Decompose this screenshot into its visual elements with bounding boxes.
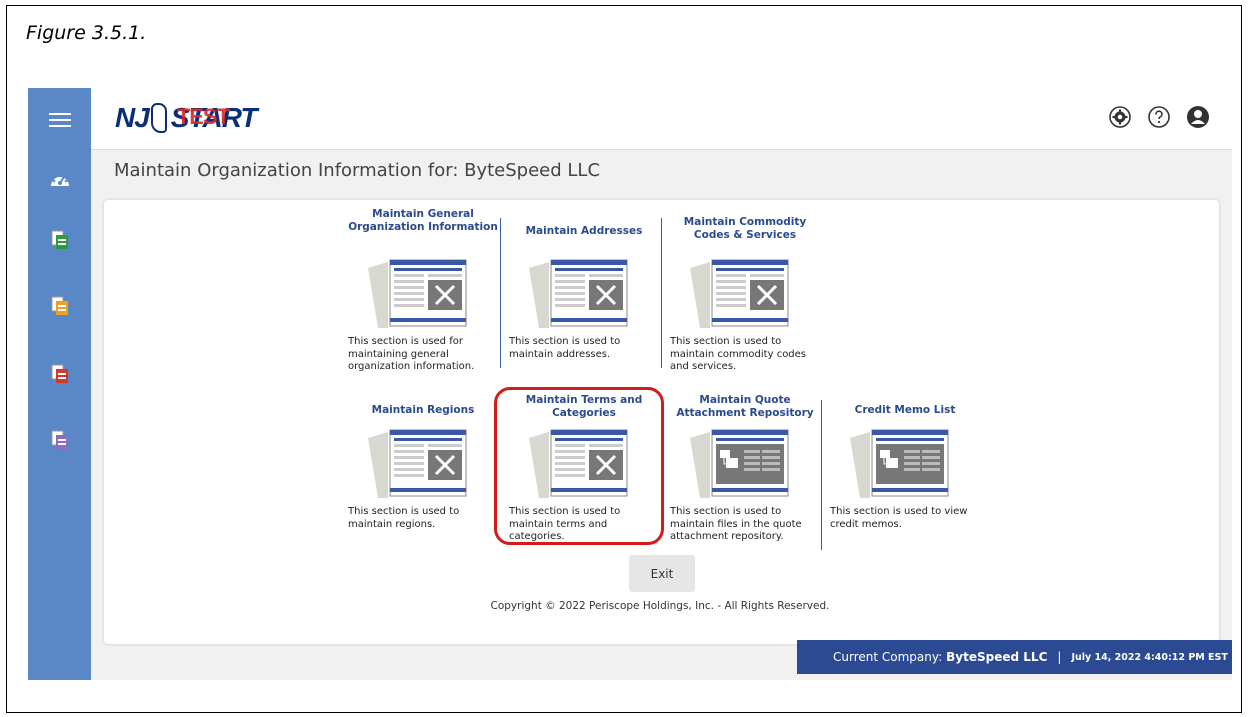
help-question-icon[interactable] [1147, 105, 1171, 129]
status-bar: Current Company: ByteSpeed LLC | July 14… [797, 640, 1232, 674]
dashboard-gauge-icon[interactable] [42, 162, 78, 198]
sidebar [28, 88, 91, 680]
top-icons [1108, 105, 1210, 129]
purple-document-icon[interactable] [42, 422, 78, 458]
status-separator: | [1057, 650, 1062, 664]
tile-description: This section is used for maintaining gen… [348, 336, 475, 372]
logo-nj-text: NJ [115, 102, 150, 133]
document-tools-icon[interactable] [368, 428, 468, 500]
tile-description: This section is used to view credit memo… [830, 506, 968, 530]
document-list-icon[interactable] [850, 428, 950, 500]
red-document-icon[interactable] [42, 356, 78, 392]
document-tools-icon[interactable] [690, 258, 790, 330]
page-title: Maintain Organization Information for: B… [114, 160, 601, 181]
njstart-logo[interactable]: NJ START TEST [115, 100, 258, 136]
app-window: NJ START TEST Maintain Organization Info… [28, 88, 1232, 680]
tile-title-link[interactable]: Maintain General Organization Informatio… [348, 208, 498, 234]
tile-title-link[interactable]: Maintain Commodity Codes & Services [670, 216, 820, 242]
document-tools-icon[interactable] [529, 258, 629, 330]
tile-credit-memo: Credit Memo List This section is used to… [830, 390, 980, 560]
tile-general-info: Maintain General Organization Informatio… [348, 208, 498, 378]
status-datetime: July 14, 2022 4:40:12 PM EST [1071, 651, 1228, 663]
tile-quote-attachment: Maintain Quote Attachment Repository Thi… [670, 390, 820, 560]
tile-description: This section is used to maintain regions… [348, 506, 460, 530]
exit-button[interactable]: Exit [629, 555, 695, 592]
tile-regions: Maintain Regions This section is used to… [348, 390, 498, 560]
tile-description: This section is used to maintain commodi… [670, 336, 807, 372]
logo-test-overlay: TEST [176, 104, 230, 129]
annotation-highlight-box [494, 387, 664, 545]
tile-divider [821, 400, 822, 550]
current-company-label: Current Company: [833, 650, 943, 664]
tile-title-link[interactable]: Maintain Addresses [509, 225, 659, 238]
tile-description: This section is used to maintain address… [509, 336, 621, 360]
logo-start-text: START TEST [171, 102, 258, 134]
document-list-icon[interactable] [690, 428, 790, 500]
tile-divider [500, 218, 501, 368]
current-company-value: ByteSpeed LLC [946, 650, 1048, 664]
tile-description: This section is used to maintain files i… [670, 506, 802, 542]
document-tools-icon[interactable] [368, 258, 468, 330]
copyright-text: Copyright © 2022 Periscope Holdings, Inc… [490, 600, 830, 612]
tile-title-link[interactable]: Maintain Quote Attachment Repository [670, 394, 820, 420]
green-document-icon[interactable] [42, 222, 78, 258]
settings-gear-icon[interactable] [1108, 105, 1132, 129]
tile-title-link[interactable]: Credit Memo List [830, 404, 980, 417]
tile-title-link[interactable]: Maintain Regions [348, 404, 498, 417]
tile-commodity-codes: Maintain Commodity Codes & Services This… [670, 208, 820, 378]
user-profile-icon[interactable] [1186, 105, 1210, 129]
figure-caption: Figure 3.5.1. [26, 22, 147, 44]
hamburger-menu-icon[interactable] [42, 102, 78, 138]
nj-state-outline-icon [150, 103, 167, 133]
tile-divider [661, 218, 662, 368]
tile-addresses: Maintain Addresses This section is used … [509, 208, 659, 378]
orange-document-icon[interactable] [42, 288, 78, 324]
top-bar: NJ START TEST [91, 88, 1232, 150]
